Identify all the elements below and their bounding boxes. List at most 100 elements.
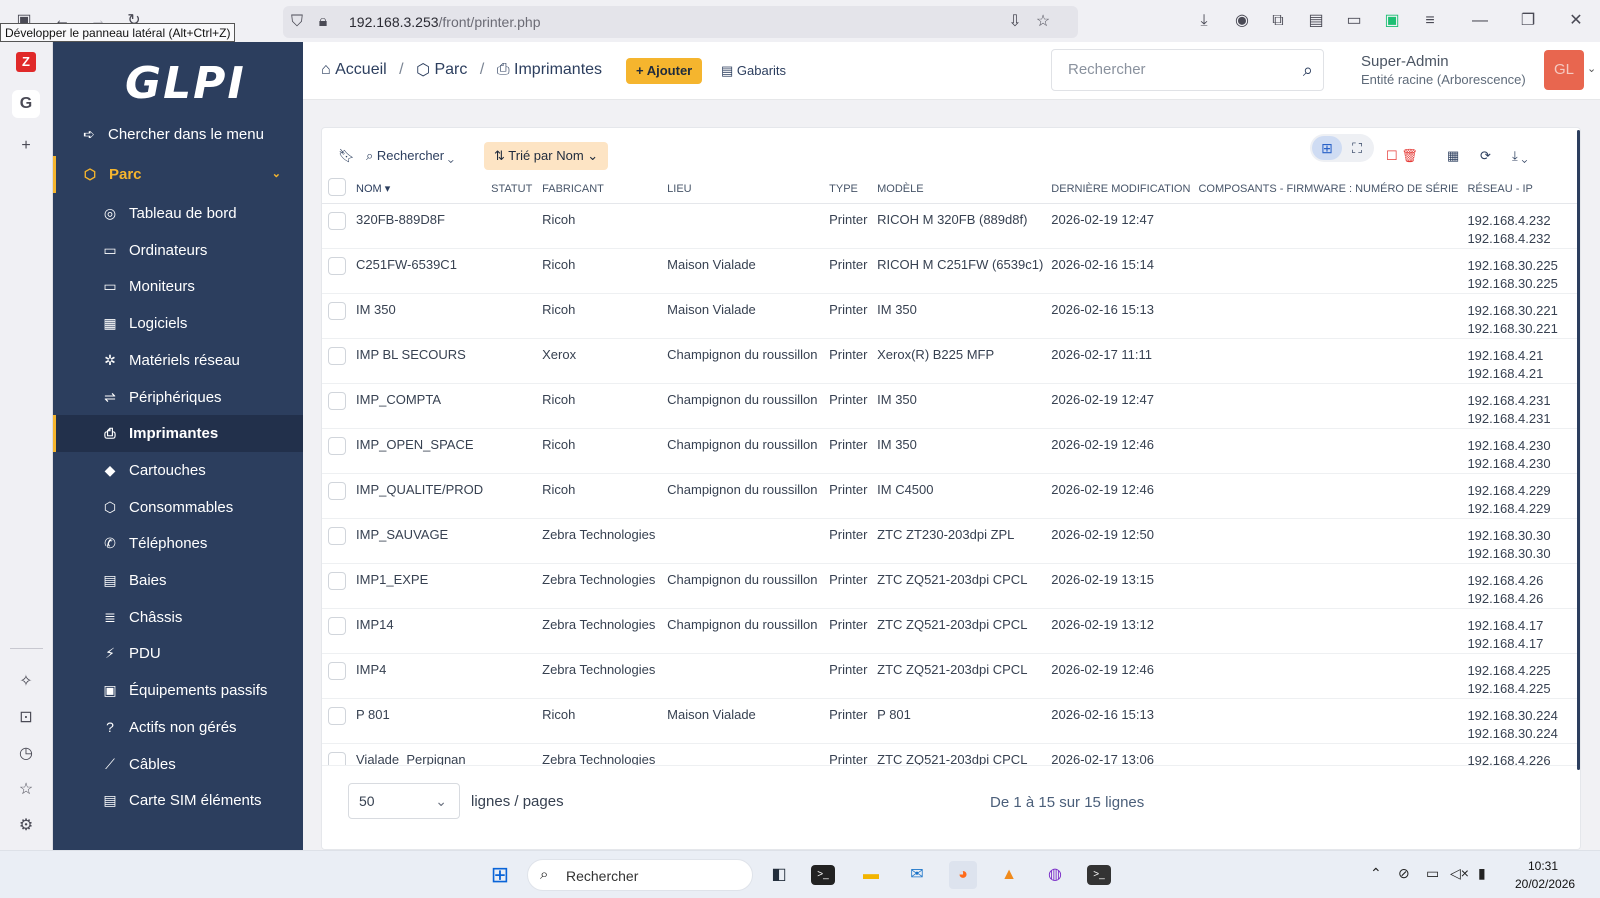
cell-name[interactable]: IMP4 bbox=[352, 653, 488, 699]
extensions-icon[interactable]: ⧉ bbox=[1266, 9, 1290, 33]
row-checkbox[interactable] bbox=[328, 616, 346, 635]
export-icon[interactable]: ⤓ ⌄ bbox=[1512, 142, 1528, 170]
global-search[interactable]: ⌕ bbox=[1051, 49, 1324, 91]
col-name[interactable]: Nom ▾ bbox=[352, 175, 488, 204]
cell-name[interactable]: IMP1_EXPE bbox=[352, 563, 488, 609]
bookmark-star-icon[interactable]: ☆ bbox=[1031, 10, 1055, 34]
taskbar-search[interactable]: ⌕ Rechercher bbox=[527, 859, 753, 891]
minimize-icon[interactable]: — bbox=[1468, 9, 1492, 33]
lock-icon[interactable]: 🔒︎ bbox=[311, 10, 335, 34]
url-bar[interactable]: ⛉ 🔒︎ 192.168.3.253/front/printer.php ⇩ ☆ bbox=[283, 6, 1078, 38]
table-row[interactable]: IMP_SAUVAGE Zebra Technologies Printer ZTC … bbox=[322, 518, 1580, 564]
per-page-select[interactable]: 50 ⌄ bbox=[348, 783, 460, 819]
glpi-logo[interactable]: GLPI bbox=[125, 58, 246, 109]
shield-icon[interactable]: ⛉ bbox=[285, 10, 309, 34]
ai-chat-icon[interactable]: ✧ bbox=[12, 668, 40, 696]
trash-select-icon[interactable]: ☐ 🗑︎ bbox=[1386, 142, 1418, 170]
display-icon[interactable]: ▭ bbox=[1426, 865, 1439, 882]
sidebar-item-logiciels[interactable]: ▦ Logiciels bbox=[53, 305, 303, 342]
add-icon[interactable]: + bbox=[12, 132, 40, 160]
account-icon[interactable]: ◉ bbox=[1230, 9, 1254, 33]
cell-name[interactable]: C251FW-6539C1 bbox=[352, 248, 488, 294]
zotero-icon[interactable]: Z bbox=[16, 52, 36, 72]
container-icon[interactable]: ▤ bbox=[1304, 9, 1328, 33]
clock-date[interactable]: 20/02/2026 bbox=[1515, 877, 1575, 891]
glpi-tab-icon[interactable]: G bbox=[12, 90, 40, 118]
chevron-down-icon[interactable]: ⌄ bbox=[1587, 62, 1596, 75]
breadcrumb-printers[interactable]: Imprimantes bbox=[514, 61, 602, 78]
table-row[interactable]: IMP_COMPTA Ricoh Champignon du roussillon P… bbox=[322, 383, 1580, 429]
avatar[interactable]: GL bbox=[1544, 50, 1584, 90]
view-toggle[interactable]: ⊞ ⛶ bbox=[1310, 134, 1374, 162]
refresh-icon[interactable]: ⟳ bbox=[1480, 142, 1491, 170]
saved-search-icon[interactable]: 🔖︎ bbox=[338, 142, 355, 170]
table-row[interactable]: IMP4 Zebra Technologies Printer ZTC ZQ521-2… bbox=[322, 653, 1580, 699]
sidebar-item-pdu[interactable]: ⚡︎ PDU bbox=[53, 635, 303, 672]
col-firmware[interactable]: Composants - Firmware : Numéro de série bbox=[1194, 175, 1464, 204]
close-icon[interactable]: ✕ bbox=[1564, 9, 1588, 33]
search-icon[interactable]: ⌕ bbox=[1303, 60, 1313, 81]
menu-icon[interactable]: ≡ bbox=[1418, 9, 1442, 33]
row-checkbox[interactable] bbox=[328, 526, 346, 545]
cell-name[interactable]: IMP14 bbox=[352, 608, 488, 654]
sidebar-section-parc[interactable]: ⬡ Parc ⌄ bbox=[53, 156, 303, 193]
synced-tabs-icon[interactable]: ⊡ bbox=[12, 704, 40, 732]
table-view-icon[interactable]: ⊞ bbox=[1312, 136, 1342, 160]
sidebar-item-p-riph-riques[interactable]: ⇌ Périphériques bbox=[53, 379, 303, 416]
col-ip[interactable]: Réseau - IP bbox=[1463, 175, 1580, 204]
row-checkbox[interactable] bbox=[328, 256, 346, 275]
cell-name[interactable]: 320FB-889D8F bbox=[352, 203, 488, 249]
maximize-icon[interactable]: ❐ bbox=[1516, 9, 1540, 33]
select-all-checkbox[interactable] bbox=[328, 178, 346, 197]
row-checkbox[interactable] bbox=[328, 391, 346, 410]
sidebar-item-mat-riels-r-seau[interactable]: ✲ Matériels réseau bbox=[53, 342, 303, 379]
cell-name[interactable]: IMP_QUALITE/PROD bbox=[352, 473, 488, 519]
table-row[interactable]: 320FB-889D8F Ricoh Printer RICOH M 320FB (8… bbox=[322, 203, 1580, 249]
row-checkbox[interactable] bbox=[328, 346, 346, 365]
row-checkbox[interactable] bbox=[328, 481, 346, 500]
row-checkbox[interactable] bbox=[328, 571, 346, 590]
row-checkbox[interactable] bbox=[328, 436, 346, 455]
table-row[interactable]: IMP_QUALITE/PROD Ricoh Champignon du rouss… bbox=[322, 473, 1580, 519]
row-checkbox[interactable] bbox=[328, 661, 346, 680]
save-page-icon[interactable]: ⇩ bbox=[1003, 10, 1027, 34]
cell-name[interactable]: IMP_OPEN_SPACE bbox=[352, 428, 488, 474]
col-modified[interactable]: Dernière modification bbox=[1047, 175, 1195, 204]
scrollbar[interactable] bbox=[1577, 130, 1580, 770]
map-view-icon[interactable]: ⛶ bbox=[1342, 136, 1372, 160]
table-row[interactable]: IMP1_EXPE Zebra Technologies Champignon du… bbox=[322, 563, 1580, 609]
windows-start-icon[interactable]: ⊞ bbox=[486, 861, 514, 889]
global-search-input[interactable] bbox=[1068, 61, 1288, 78]
settings-gear-icon[interactable]: ⚙ bbox=[12, 812, 40, 840]
sidebar-item-cartouches[interactable]: ◆ Cartouches bbox=[53, 452, 303, 489]
app-orange-icon[interactable]: ▲ bbox=[995, 861, 1023, 889]
user-entity[interactable]: Entité racine (Arborescence) bbox=[1361, 72, 1526, 87]
search-toggle-button[interactable]: ⌕ Rechercher ⌄ bbox=[366, 142, 454, 170]
clock-time[interactable]: 10:31 bbox=[1528, 859, 1558, 873]
sidebar-item-baies[interactable]: ▤ Baies bbox=[53, 562, 303, 599]
outlook-icon[interactable]: ✉ bbox=[903, 861, 931, 889]
terminal-icon[interactable]: >_ bbox=[811, 865, 835, 885]
cell-name[interactable]: IM 350 bbox=[352, 293, 488, 339]
bookmarks-icon[interactable]: ☆ bbox=[12, 776, 40, 804]
downloads-icon[interactable]: ⤓ bbox=[1192, 9, 1216, 33]
sidebar-item-t-l-phones[interactable]: ✆ Téléphones bbox=[53, 525, 303, 562]
breadcrumb-parc[interactable]: Parc bbox=[434, 61, 467, 78]
console-icon[interactable]: >_ bbox=[1087, 865, 1111, 885]
sidebar-item-consommables[interactable]: ⬡ Consommables bbox=[53, 489, 303, 526]
firefox-icon[interactable]: ◕ bbox=[949, 861, 977, 889]
sidebar-item-carte-sim-l-ments[interactable]: ▤ Carte SIM éléments bbox=[53, 782, 303, 819]
table-row[interactable]: IMP_OPEN_SPACE Ricoh Champignon du roussil… bbox=[322, 428, 1580, 474]
cell-name[interactable]: IMP_COMPTA bbox=[352, 383, 488, 429]
extension-green-icon[interactable]: ▣ bbox=[1380, 9, 1404, 33]
user-name[interactable]: Super-Admin bbox=[1361, 53, 1449, 70]
table-row[interactable]: IMP14 Zebra Technologies Champignon du rou… bbox=[322, 608, 1580, 654]
col-model[interactable]: Modèle bbox=[873, 175, 1048, 204]
tray-chevron-icon[interactable]: ⌃ bbox=[1370, 865, 1382, 882]
battery-icon[interactable]: ▮ bbox=[1478, 865, 1486, 882]
col-status[interactable]: Statut bbox=[487, 175, 539, 204]
table-row[interactable]: IMP BL SECOURS Xerox Champignon du roussil… bbox=[322, 338, 1580, 384]
templates-button[interactable]: ▤ Gabarits bbox=[721, 58, 786, 84]
row-checkbox[interactable] bbox=[328, 706, 346, 725]
calendar-icon[interactable]: ▦ bbox=[1447, 142, 1459, 170]
